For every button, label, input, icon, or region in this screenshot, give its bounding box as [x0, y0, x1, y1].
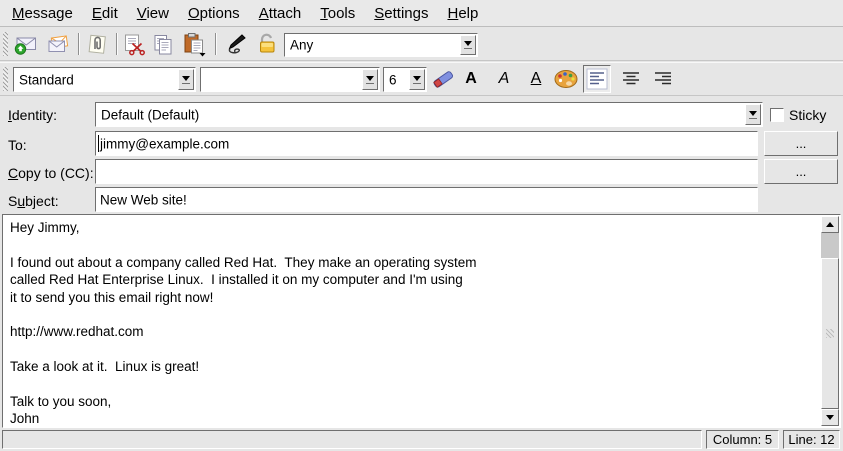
chevron-down-icon [745, 104, 761, 125]
cc-input[interactable] [95, 159, 758, 184]
toolbar-handle[interactable] [3, 67, 8, 91]
bold-icon: A [465, 70, 477, 88]
sticky-checkbox[interactable] [770, 108, 784, 122]
chevron-down-icon [178, 69, 194, 90]
to-addressbook-button[interactable]: ... [764, 131, 838, 156]
align-center-icon [620, 68, 642, 90]
font-size-value: 6 [389, 72, 397, 87]
main-toolbar: Any [0, 28, 843, 61]
editor-line [10, 236, 821, 253]
editor-line: John [10, 410, 821, 427]
underline-icon: A [531, 70, 542, 88]
menu-item-options[interactable]: Options [188, 5, 240, 22]
status-message-panel [2, 430, 702, 449]
text-caret [98, 135, 99, 152]
toolbar-separator [78, 33, 80, 55]
remove-formatting-button[interactable] [430, 66, 456, 92]
editor-line: called Red Hat Enterprise Linux. I insta… [10, 271, 821, 288]
toolbar-handle[interactable] [3, 32, 8, 56]
scrollbar-thumb[interactable] [821, 258, 839, 409]
crypto-format-combo[interactable]: Any [284, 33, 478, 57]
menu-item-attach[interactable]: Attach [259, 5, 302, 22]
sign-message-button[interactable] [222, 31, 248, 57]
encrypt-message-button[interactable] [254, 31, 280, 57]
cut-button[interactable] [121, 31, 147, 57]
chevron-down-icon [409, 69, 425, 90]
toolbar-separator [116, 33, 118, 55]
editor-line: I found out about a company called Red H… [10, 254, 821, 271]
sign-pen-icon [222, 31, 248, 57]
editor-line: Take a look at it. Linux is great! [10, 358, 821, 375]
menu-item-view[interactable]: View [137, 5, 169, 22]
editor-line: it to send you this email right now! [10, 289, 821, 306]
align-left-icon [586, 68, 608, 90]
attach-file-button[interactable] [84, 31, 110, 57]
menu-bar: Message Edit View Options Attach Tools Setting… [0, 0, 843, 27]
menu-item-help[interactable]: Help [447, 5, 478, 22]
to-input[interactable]: jimmy@example.com [95, 131, 758, 156]
menu-item-edit[interactable]: Edit [92, 5, 118, 22]
message-body-editor[interactable]: Hey Jimmy, I found out about a company ca… [2, 214, 841, 428]
cc-addressbook-button[interactable]: ... [764, 159, 838, 184]
underline-button[interactable]: A [523, 66, 549, 92]
italic-button[interactable]: A [491, 66, 517, 92]
subject-input[interactable]: New Web site! [95, 187, 758, 212]
text-color-button[interactable] [551, 66, 581, 92]
align-center-button[interactable] [617, 65, 645, 93]
font-size-combo[interactable]: 6 [383, 67, 427, 92]
menu-item-tools[interactable]: Tools [320, 5, 355, 22]
scroll-up-button[interactable] [821, 216, 839, 233]
chevron-down-icon [362, 69, 378, 90]
cc-label: Copy to (CC): [8, 165, 94, 181]
editor-scrollbar[interactable] [821, 216, 839, 426]
paragraph-style-combo[interactable]: Standard [13, 67, 196, 92]
to-label: To: [8, 137, 27, 153]
align-right-icon [652, 68, 674, 90]
to-value: jimmy@example.com [100, 136, 229, 151]
editor-line [10, 376, 821, 393]
paragraph-style-value: Standard [19, 72, 74, 87]
copy-icon [151, 32, 175, 56]
eraser-icon [430, 66, 456, 92]
toolbar-separator [215, 33, 217, 55]
queue-mail-icon [46, 32, 70, 56]
identity-value: Default (Default) [101, 107, 199, 122]
queue-button[interactable] [45, 31, 71, 57]
cut-icon [122, 32, 146, 56]
bold-button[interactable]: A [458, 66, 484, 92]
editor-line: http://www.redhat.com [10, 323, 821, 340]
status-line-indicator: Line: 12 [783, 430, 840, 449]
menu-item-message[interactable]: Message [12, 5, 73, 22]
subject-label: Subject: [8, 193, 59, 209]
subject-value: New Web site! [100, 192, 187, 207]
send-button[interactable] [13, 31, 39, 57]
status-bar: Column: 5 Line: 12 [0, 428, 843, 451]
copy-button[interactable] [150, 31, 176, 57]
editor-line: Hey Jimmy, [10, 219, 821, 236]
paste-button[interactable] [181, 31, 207, 57]
editor-text[interactable]: Hey Jimmy, I found out about a company ca… [3, 215, 821, 427]
text-color-palette-icon [552, 66, 580, 92]
send-mail-icon [14, 32, 38, 56]
editor-line: Talk to you soon, [10, 393, 821, 410]
paste-icon [181, 31, 207, 57]
scroll-down-button[interactable] [821, 409, 839, 426]
chevron-down-icon [460, 35, 476, 55]
identity-combo[interactable]: Default (Default) [95, 102, 763, 127]
kmail-composer-window: Message Edit View Options Attach Tools Setting… [0, 0, 843, 451]
sticky-label: Sticky [789, 107, 826, 123]
italic-icon: A [499, 70, 510, 88]
editor-line [10, 341, 821, 358]
align-left-button[interactable] [583, 65, 611, 93]
format-toolbar: Standard 6 A A A [0, 62, 843, 96]
menu-item-settings[interactable]: Settings [374, 5, 428, 22]
font-family-combo[interactable] [200, 67, 380, 92]
crypto-format-value: Any [290, 38, 313, 53]
identity-label: Identity: [8, 107, 57, 123]
status-column-indicator: Column: 5 [706, 430, 779, 449]
align-right-button[interactable] [649, 65, 677, 93]
attach-file-icon [85, 32, 109, 56]
encrypt-lock-icon [254, 31, 280, 57]
editor-line [10, 306, 821, 323]
